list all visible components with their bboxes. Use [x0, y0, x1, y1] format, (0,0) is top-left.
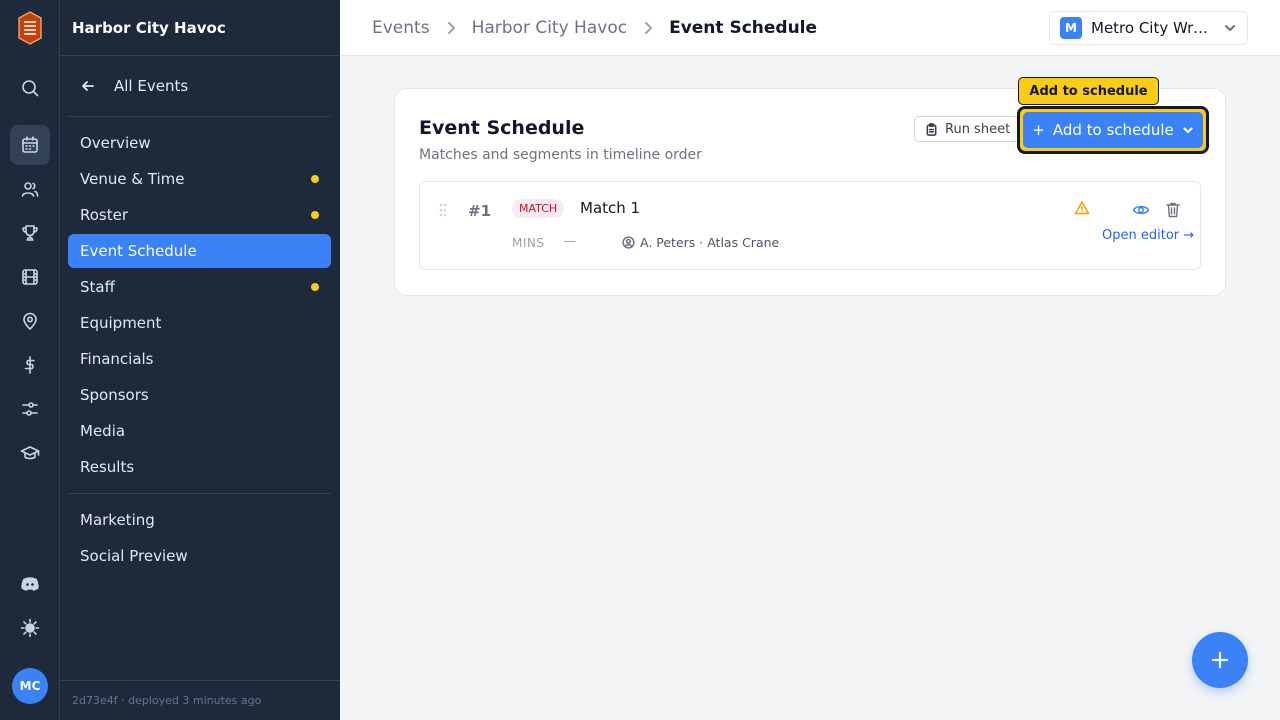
participants: A. Peters · Atlas Crane	[622, 235, 779, 250]
breadcrumb-event[interactable]: Harbor City Havoc	[472, 18, 628, 38]
arrow-left-icon	[82, 81, 94, 91]
nav-item-equipment[interactable]: Equipment	[68, 306, 331, 340]
eye-icon[interactable]	[1132, 201, 1150, 219]
nav-item-venue-time[interactable]: Venue & Time	[68, 162, 331, 196]
add-to-schedule-highlight: + Add to schedule	[1017, 106, 1209, 154]
back-label: All Events	[114, 77, 189, 95]
divider	[60, 680, 340, 681]
trash-icon[interactable]	[1165, 201, 1181, 218]
graduation-cap-icon[interactable]	[10, 433, 50, 473]
breadcrumb-current: Event Schedule	[669, 18, 818, 38]
warning-icon	[1074, 201, 1090, 215]
divider	[60, 55, 340, 56]
chevron-down-icon	[1225, 25, 1235, 31]
drag-handle-icon[interactable]	[438, 202, 448, 218]
nav-label: Equipment	[80, 314, 162, 332]
nav-item-event-schedule[interactable]: Event Schedule	[68, 234, 331, 268]
breadcrumb-events[interactable]: Events	[372, 18, 430, 38]
top-header: Events Harbor City Havoc Event Schedule …	[340, 0, 1280, 56]
discord-icon[interactable]	[10, 564, 50, 604]
deploy-info: 2d73e4f · deployed 3 minutes ago	[72, 694, 262, 707]
participants-text: A. Peters · Atlas Crane	[640, 235, 780, 250]
nav-item-marketing[interactable]: Marketing	[68, 503, 331, 537]
nav-label: Staff	[80, 278, 115, 296]
back-to-events-link[interactable]: All Events	[68, 68, 331, 104]
nav-label: Financials	[80, 350, 154, 368]
add-to-schedule-label: Add to schedule	[1052, 121, 1174, 139]
nav-label: Sponsors	[80, 386, 149, 404]
schedule-card: Event Schedule Matches and segments in t…	[394, 88, 1226, 296]
nav-item-staff[interactable]: Staff	[68, 270, 331, 304]
nav-label: Marketing	[80, 511, 155, 529]
incomplete-dot	[311, 175, 319, 183]
item-type-badge: MATCH	[512, 199, 565, 218]
card-subtitle: Matches and segments in timeline order	[419, 147, 702, 163]
icon-rail: MC	[0, 0, 60, 720]
event-name: Harbor City Havoc	[72, 19, 226, 37]
fab-add-button[interactable]	[1192, 632, 1248, 688]
trophy-icon[interactable]	[10, 213, 50, 253]
divider	[68, 116, 331, 117]
user-avatar[interactable]: MC	[12, 668, 48, 704]
nav-item-financials[interactable]: Financials	[68, 342, 331, 376]
app-logo-icon[interactable]	[17, 11, 43, 45]
clipboard-icon	[926, 122, 937, 136]
divider	[68, 493, 331, 494]
nav-item-sponsors[interactable]: Sponsors	[68, 378, 331, 412]
org-name: Metro City Wres...	[1091, 19, 1217, 37]
breadcrumb: Events Harbor City Havoc Event Schedule	[372, 0, 817, 56]
film-icon[interactable]	[10, 257, 50, 297]
item-number: #1	[468, 202, 492, 220]
nav-item-media[interactable]: Media	[68, 414, 331, 448]
dollar-icon[interactable]	[10, 345, 50, 385]
incomplete-dot	[311, 283, 319, 291]
open-editor-link[interactable]: Open editor →	[1102, 228, 1194, 243]
card-title: Event Schedule	[419, 117, 585, 139]
nav-label: Roster	[80, 206, 129, 224]
duration-value[interactable]: —	[563, 234, 576, 249]
nav-item-social-preview[interactable]: Social Preview	[68, 539, 331, 573]
event-sidebar: Harbor City Havoc All Events Overview Ve…	[60, 0, 340, 720]
chevron-down-icon	[1183, 127, 1193, 134]
plus-icon	[1211, 651, 1229, 669]
org-badge: M	[1060, 17, 1082, 39]
nav-label: Results	[80, 458, 135, 476]
calendar-icon[interactable]	[10, 125, 50, 165]
sliders-icon[interactable]	[10, 389, 50, 429]
run-sheet-button[interactable]: Run sheet	[914, 116, 1020, 142]
nav-label: Social Preview	[80, 547, 188, 565]
plus-icon: +	[1032, 121, 1045, 139]
user-circle-icon	[622, 236, 635, 249]
nav-item-roster[interactable]: Roster	[68, 198, 331, 232]
item-name[interactable]: Match 1	[580, 199, 640, 217]
org-switcher[interactable]: M Metro City Wres...	[1049, 11, 1248, 45]
users-icon[interactable]	[10, 169, 50, 209]
nav-label: Media	[80, 422, 126, 440]
nav-label: Overview	[80, 134, 151, 152]
nav-label: Venue & Time	[80, 170, 185, 188]
run-sheet-label: Run sheet	[945, 121, 1011, 137]
nav-item-overview[interactable]: Overview	[68, 126, 331, 160]
sun-icon[interactable]	[10, 608, 50, 648]
chevron-right-icon	[645, 22, 653, 34]
schedule-item-row[interactable]: #1 MATCH Match 1 MINS — A. Peters · Atla…	[419, 181, 1201, 270]
incomplete-dot	[311, 211, 319, 219]
nav-label: Event Schedule	[80, 242, 197, 260]
nav-item-results[interactable]: Results	[68, 450, 331, 484]
add-to-schedule-tooltip: Add to schedule	[1018, 77, 1159, 105]
add-to-schedule-button[interactable]: + Add to schedule	[1023, 112, 1203, 148]
duration-unit: MINS	[512, 236, 545, 250]
search-icon[interactable]	[10, 68, 50, 108]
map-pin-icon[interactable]	[10, 301, 50, 341]
chevron-right-icon	[447, 22, 455, 34]
